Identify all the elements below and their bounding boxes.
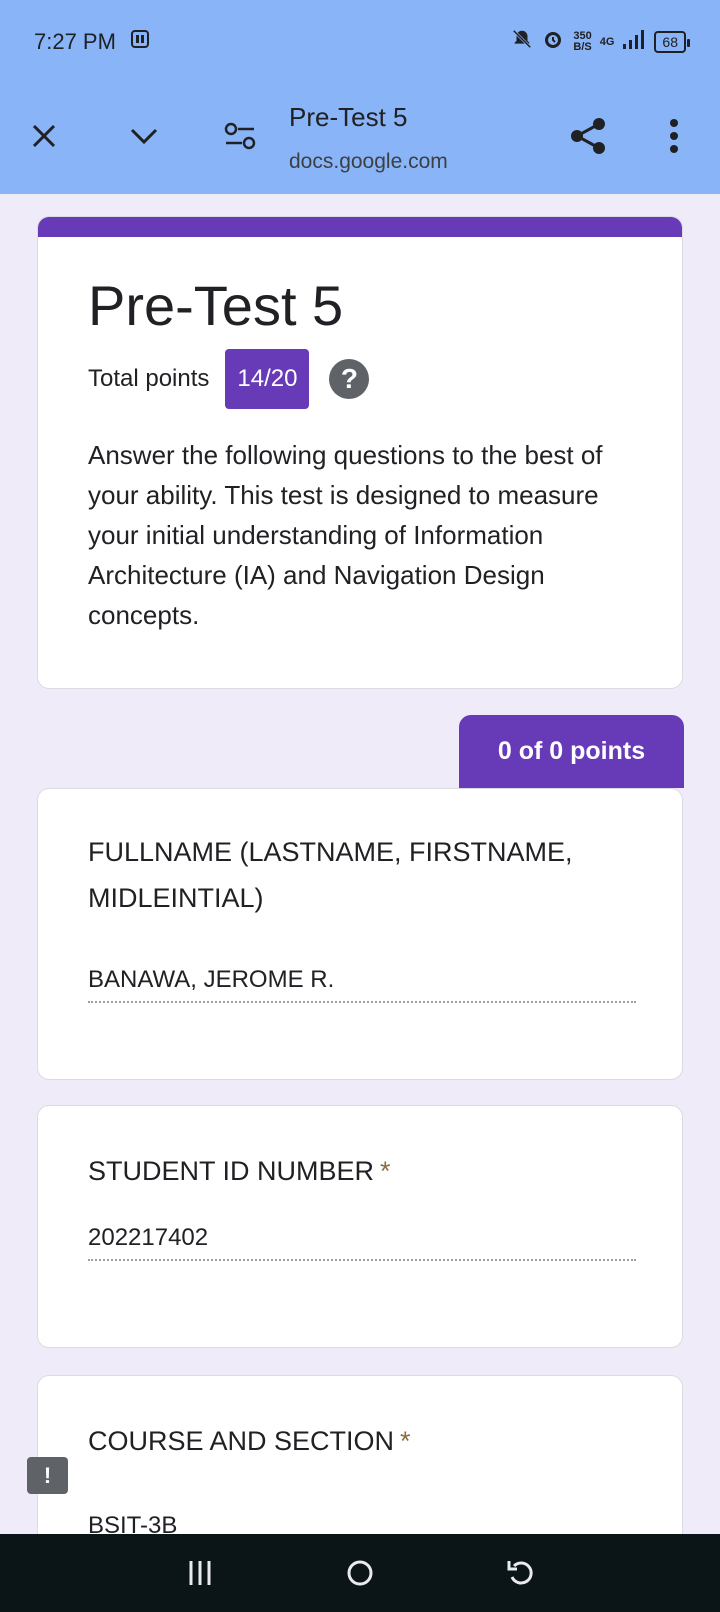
home-button[interactable] xyxy=(330,1543,390,1603)
question-card-student-id: STUDENT ID NUMBER * 202217402 xyxy=(37,1105,683,1348)
net-speed: 350 B/S xyxy=(573,31,591,53)
share-icon xyxy=(571,118,605,154)
status-bar: 7:27 PM 350 B/S 4G 68 xyxy=(0,0,720,84)
app-notification-icon xyxy=(130,28,152,56)
back-button[interactable] xyxy=(490,1543,550,1603)
net-speed-unit: B/S xyxy=(573,41,592,53)
question-title: STUDENT ID NUMBER * xyxy=(88,1148,648,1194)
signal-icon xyxy=(622,28,646,56)
recent-apps-button[interactable] xyxy=(170,1543,230,1603)
tune-icon xyxy=(224,122,256,150)
answer-text: 202217402 xyxy=(88,1224,209,1251)
close-button[interactable] xyxy=(22,114,66,158)
status-time: 7:27 PM xyxy=(34,29,116,54)
question-title-text: FULLNAME (LASTNAME, FIRSTNAME, MIDLEINTI… xyxy=(88,837,573,913)
back-icon xyxy=(507,1561,533,1585)
alarm-icon xyxy=(541,27,565,57)
answer-underline xyxy=(88,1259,636,1261)
points-badge: 14/20 xyxy=(225,349,310,409)
chevron-down-icon xyxy=(130,128,158,145)
report-feedback-button[interactable]: ! xyxy=(27,1457,68,1494)
network-type: 4G xyxy=(599,35,615,48)
section-points-badge: 0 of 0 points xyxy=(459,715,684,788)
form-header-card: Pre-Test 5 Total points 14/20 ? Answer t… xyxy=(37,216,683,689)
points-label: Total points xyxy=(88,365,210,392)
page-title: Pre-Test 5 xyxy=(289,102,408,132)
header-accent-bar xyxy=(38,217,682,237)
form-title: Pre-Test 5 xyxy=(88,274,344,337)
menu-icon xyxy=(189,1561,211,1585)
mute-icon xyxy=(511,28,533,56)
home-circle-icon xyxy=(347,1560,373,1586)
required-mark: * xyxy=(400,1426,411,1456)
page-url: docs.google.com xyxy=(289,150,448,173)
required-mark: * xyxy=(380,1156,391,1186)
share-button[interactable] xyxy=(566,114,610,158)
page-settings-button[interactable] xyxy=(218,114,262,158)
question-card-fullname: FULLNAME (LASTNAME, FIRSTNAME, MIDLEINTI… xyxy=(37,788,683,1080)
close-icon xyxy=(32,124,56,148)
question-title: FULLNAME (LASTNAME, FIRSTNAME, MIDLEINTI… xyxy=(88,829,648,921)
system-navigation-bar xyxy=(0,1534,720,1612)
help-icon[interactable]: ? xyxy=(329,359,370,399)
total-points-row: Total points 14/20 ? xyxy=(88,349,370,409)
battery-indicator: 68 xyxy=(654,31,690,53)
collapse-button[interactable] xyxy=(122,114,166,158)
question-title-text: COURSE AND SECTION xyxy=(88,1426,395,1456)
feedback-icon: ! xyxy=(43,1462,52,1488)
form-description: Answer the following questions to the be… xyxy=(88,440,603,630)
more-options-button[interactable] xyxy=(652,114,696,158)
browser-toolbar: Pre-Test 5 docs.google.com xyxy=(0,84,720,194)
answer-underline xyxy=(88,1001,636,1003)
question-title: COURSE AND SECTION * xyxy=(88,1418,648,1464)
answer-text: BANAWA, JEROME R. xyxy=(88,966,335,993)
question-title-text: STUDENT ID NUMBER xyxy=(88,1156,375,1186)
more-vert-icon xyxy=(670,119,678,153)
